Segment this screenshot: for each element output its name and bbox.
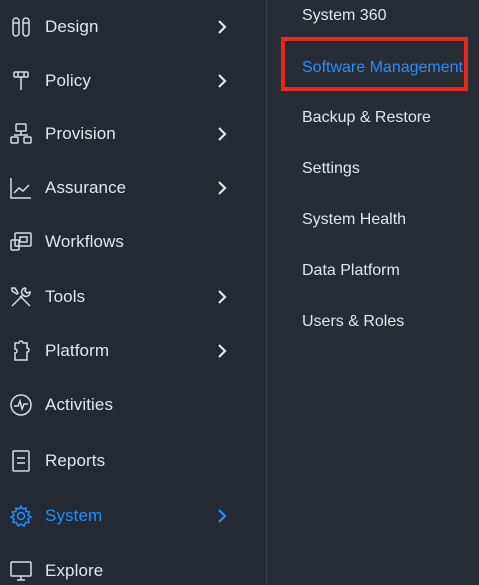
nav-item-label: System xyxy=(45,506,103,525)
assurance-icon xyxy=(9,176,33,200)
nav-item-label: Workflows xyxy=(45,232,124,251)
workflows-icon xyxy=(9,230,33,254)
activities-icon xyxy=(9,393,33,417)
nav-item-label: Provision xyxy=(45,124,116,143)
left-navigation: Design Policy Provision Assurance Workfl… xyxy=(0,0,267,585)
platform-icon xyxy=(9,339,33,363)
app-frame: Design Policy Provision Assurance Workfl… xyxy=(0,0,479,585)
provision-icon xyxy=(9,122,33,146)
design-icon xyxy=(9,15,33,39)
chevron-right-icon xyxy=(214,73,230,89)
submenu-item-software-management[interactable]: Software Management xyxy=(302,59,463,77)
nav-item-label: Design xyxy=(45,17,99,36)
submenu-item-settings[interactable]: Settings xyxy=(302,160,360,178)
nav-item-label: Reports xyxy=(45,451,106,470)
submenu-item-data-platform[interactable]: Data Platform xyxy=(302,262,400,280)
chevron-right-icon xyxy=(214,289,230,305)
chevron-right-icon xyxy=(214,343,230,359)
submenu-item-users-roles[interactable]: Users & Roles xyxy=(302,313,404,331)
submenu-item-backup-restore[interactable]: Backup & Restore xyxy=(302,109,431,127)
nav-item-explore[interactable]: Explore xyxy=(0,551,266,585)
nav-item-label: Activities xyxy=(45,395,114,414)
chevron-right-icon xyxy=(214,19,230,35)
nav-item-label: Policy xyxy=(45,71,91,90)
nav-item-label: Assurance xyxy=(45,178,127,197)
nav-item-label: Explore xyxy=(45,561,104,580)
nav-item-assurance[interactable]: Assurance xyxy=(0,168,266,208)
chevron-right-icon xyxy=(214,180,230,196)
chevron-right-icon xyxy=(214,508,230,524)
policy-icon xyxy=(9,69,33,93)
nav-item-label: Platform xyxy=(45,341,110,360)
nav-item-activities[interactable]: Activities xyxy=(0,385,266,425)
system-submenu: System 360 Software Management Backup & … xyxy=(267,0,479,585)
submenu-item-system-360[interactable]: System 360 xyxy=(302,7,386,25)
reports-icon xyxy=(9,449,33,473)
chevron-right-icon xyxy=(214,126,230,142)
submenu-item-system-health[interactable]: System Health xyxy=(302,211,406,229)
nav-item-policy[interactable]: Policy xyxy=(0,61,266,101)
gear-icon xyxy=(9,504,33,528)
nav-item-provision[interactable]: Provision xyxy=(0,114,266,154)
nav-item-reports[interactable]: Reports xyxy=(0,441,266,481)
nav-item-platform[interactable]: Platform xyxy=(0,331,266,371)
nav-item-label: Tools xyxy=(45,287,86,306)
nav-item-system[interactable]: System xyxy=(0,496,266,536)
nav-item-workflows[interactable]: Workflows xyxy=(0,222,266,262)
tools-icon xyxy=(9,285,33,309)
explore-icon xyxy=(9,559,33,583)
nav-item-tools[interactable]: Tools xyxy=(0,277,266,317)
nav-item-design[interactable]: Design xyxy=(0,7,266,47)
